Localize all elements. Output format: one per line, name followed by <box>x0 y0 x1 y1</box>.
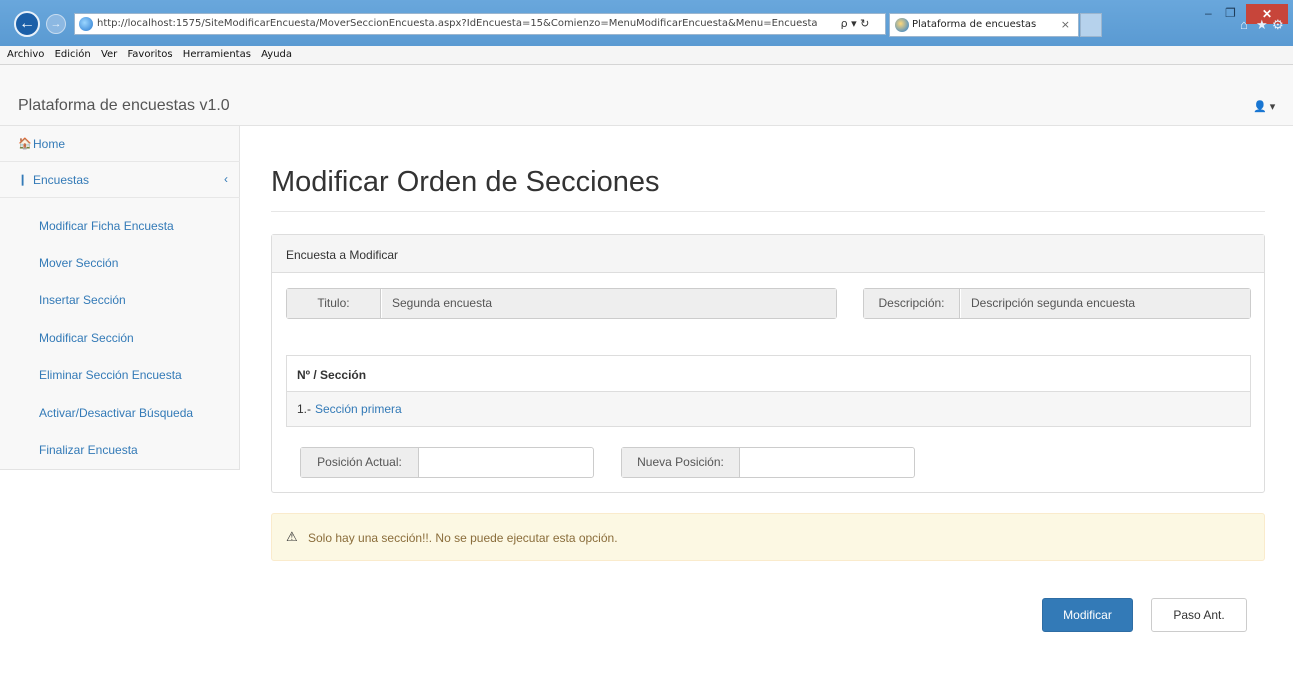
menu-archivo[interactable]: Archivo <box>7 46 44 64</box>
sidebar-item-label: Encuestas <box>33 173 90 187</box>
titulo-label: Titulo: <box>287 289 381 318</box>
minimize-icon[interactable]: – <box>1205 6 1212 20</box>
sidebar-subitem-activar-busqueda[interactable]: Activar/Desactivar Búsqueda <box>0 395 240 432</box>
address-url: http://localhost:1575/SiteModificarEncue… <box>97 18 818 29</box>
bookmark-icon: ❙ <box>18 174 28 186</box>
nueva-posicion-label: Nueva Posición: <box>622 448 740 477</box>
home-icon: 🏠 <box>18 138 32 150</box>
descripcion-field[interactable]: Descripción segunda encuesta <box>961 289 1250 318</box>
modificar-button[interactable]: Modificar <box>1042 598 1133 632</box>
sidebar-subitem-label: Eliminar Sección Encuesta <box>39 368 182 382</box>
menu-ver[interactable]: Ver <box>101 46 117 64</box>
caret-down-icon: ▾ <box>1266 101 1276 113</box>
tab-title: Plataforma de encuestas <box>912 19 1037 30</box>
address-bar[interactable]: http://localhost:1575/SiteModificarEncue… <box>74 13 886 35</box>
table-header-cell: Nº / Sección <box>297 368 367 382</box>
user-dropdown[interactable]: 👤 ▾ <box>1253 100 1275 113</box>
menu-edicion[interactable]: Edición <box>55 46 91 64</box>
menu-favoritos[interactable]: Favoritos <box>127 46 172 64</box>
row-number: 1.- <box>297 402 312 416</box>
browser-tab[interactable]: Plataforma de encuestas × <box>889 13 1079 37</box>
chevron-left-icon: ‹ <box>224 172 228 186</box>
sidebar-subitem-mover-seccion[interactable]: Mover Sección <box>0 245 240 282</box>
new-tab-button[interactable] <box>1080 13 1102 37</box>
descripcion-label: Descripción: <box>864 289 960 318</box>
warning-icon: ⚠ <box>286 529 298 544</box>
sections-table: Nº / Sección 1.- Sección primera <box>286 355 1251 427</box>
descripcion-group: Descripción: Descripción segunda encuest… <box>863 288 1251 319</box>
menu-ayuda[interactable]: Ayuda <box>261 46 292 64</box>
page-title: Modificar Orden de Secciones <box>271 166 660 198</box>
app-navbar: Plataforma de encuestas v1.0 👤 ▾ <box>0 65 1293 126</box>
paso-ant-button[interactable]: Paso Ant. <box>1151 598 1247 632</box>
restore-icon[interactable]: ❐ <box>1225 6 1236 20</box>
sidebar-subitem-modificar-seccion[interactable]: Modificar Sección <box>0 320 240 357</box>
ie-favicon-icon <box>895 18 909 32</box>
sidebar-subitem-finalizar-encuesta[interactable]: Finalizar Encuesta <box>0 432 240 469</box>
forward-arrow-icon[interactable]: → <box>46 14 66 34</box>
nueva-posicion-input[interactable] <box>741 448 913 477</box>
section-link[interactable]: Sección primera <box>315 402 402 416</box>
survey-panel: Encuesta a Modificar Titulo: Segunda enc… <box>271 234 1265 493</box>
sidebar-subitem-label: Mover Sección <box>39 256 119 270</box>
tab-close-icon[interactable]: × <box>1061 14 1070 36</box>
sidebar-subitem-label: Insertar Sección <box>39 293 126 307</box>
sidebar-item-home[interactable]: 🏠 Home <box>0 126 240 162</box>
brand-title[interactable]: Plataforma de encuestas v1.0 <box>18 97 230 115</box>
sidebar-subitem-label: Activar/Desactivar Búsqueda <box>39 406 194 420</box>
posicion-actual-label: Posición Actual: <box>301 448 419 477</box>
sidebar-item-label: Home <box>33 137 66 151</box>
sidebar-subitem-insertar-seccion[interactable]: Insertar Sección <box>0 282 240 319</box>
posicion-actual-input[interactable] <box>420 448 592 477</box>
sidebar-subitem-label: Finalizar Encuesta <box>39 443 138 457</box>
titulo-field[interactable]: Segunda encuesta <box>382 289 836 318</box>
warning-alert: ⚠ Solo hay una sección!!. No se puede ej… <box>271 513 1265 561</box>
panel-heading: Encuesta a Modificar <box>272 235 1264 273</box>
table-row: 1.- Sección primera <box>287 392 1250 426</box>
user-icon: 👤 <box>1253 101 1267 113</box>
posicion-actual-group: Posición Actual: <box>300 447 594 478</box>
menu-herramientas[interactable]: Herramientas <box>183 46 251 64</box>
search-refresh-controls[interactable]: ρ ▾ ↻ <box>825 14 885 34</box>
alert-message: Solo hay una sección!!. No se puede ejec… <box>308 531 618 545</box>
browser-titlebar: ← → http://localhost:1575/SiteModificarE… <box>0 0 1293 46</box>
ie-favicon-icon <box>79 17 93 31</box>
back-arrow-icon[interactable]: ← <box>14 11 40 37</box>
title-divider <box>271 211 1265 212</box>
nueva-posicion-group: Nueva Posición: <box>621 447 915 478</box>
favorites-star-icon[interactable]: ★ <box>1256 17 1268 33</box>
sidebar-subitem-modificar-ficha[interactable]: Modificar Ficha Encuesta <box>0 208 240 245</box>
panel-title: Encuesta a Modificar <box>286 248 399 262</box>
table-header: Nº / Sección <box>287 356 1250 392</box>
sidebar-subitem-label: Modificar Sección <box>39 331 134 345</box>
sidebar-subitem-eliminar-seccion[interactable]: Eliminar Sección Encuesta <box>0 357 240 394</box>
sidebar-subitem-label: Modificar Ficha Encuesta <box>39 219 174 233</box>
gear-icon[interactable]: ⚙ <box>1272 17 1284 33</box>
browser-menubar: Archivo Edición Ver Favoritos Herramient… <box>0 46 1293 65</box>
home-icon[interactable]: ⌂ <box>1240 17 1248 32</box>
titulo-group: Titulo: Segunda encuesta <box>286 288 837 319</box>
sidebar: 🏠 Home ❙ Encuestas ‹ Modificar Ficha Enc… <box>0 126 240 470</box>
sidebar-item-encuestas[interactable]: ❙ Encuestas ‹ <box>0 162 240 198</box>
